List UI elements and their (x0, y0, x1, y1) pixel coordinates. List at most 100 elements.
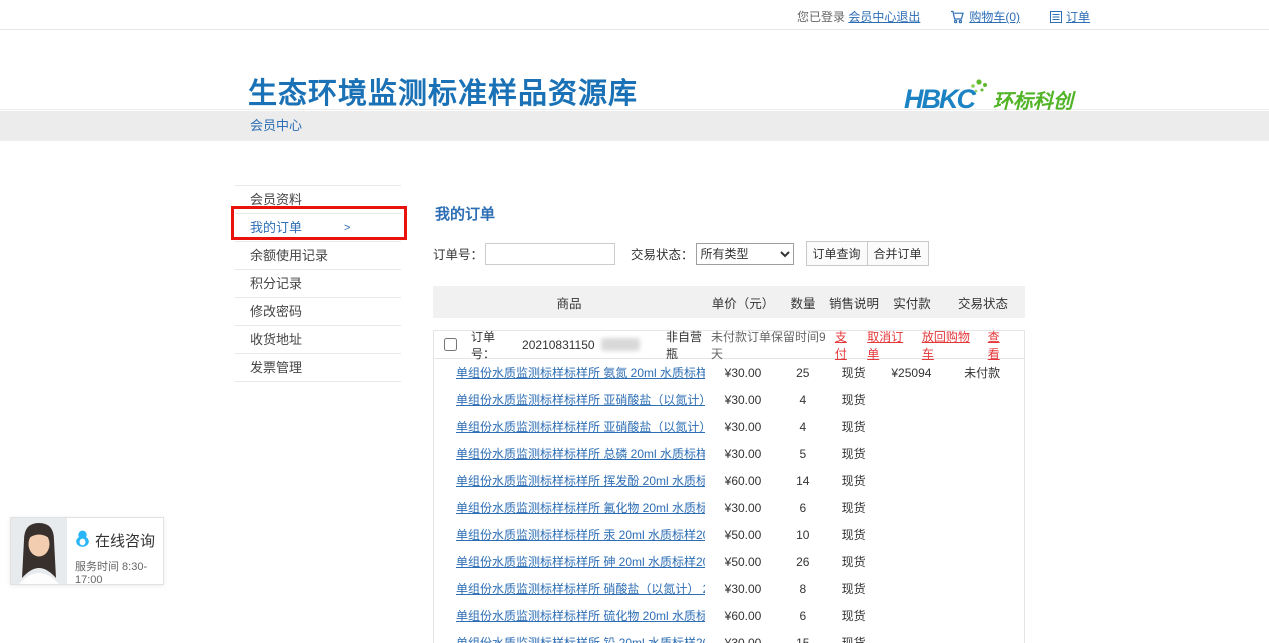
chat-title: 在线咨询 (95, 530, 155, 551)
brand-dots-icon (970, 78, 990, 101)
sidebar-item-balance-records[interactable]: 余额使用记录 (235, 242, 401, 270)
product-link[interactable]: 单组份水质监测标样标样所 砷 20ml 水质标样200455 (456, 555, 705, 569)
order-no-value: 20210831150 (522, 338, 595, 352)
unit-price: ¥60.00 (705, 609, 781, 623)
order-retention-note: 未付款订单保留时间9天 (711, 328, 829, 362)
sidebar-item-invoice-management[interactable]: 发票管理 (235, 354, 401, 382)
table-row: 单组份水质监测标样标样所 氨氮 20ml 水质标样2005153 ¥30.00 … (434, 359, 1024, 386)
header-quantity: 数量 (781, 293, 825, 312)
sidebar-item-points-records[interactable]: 积分记录 (235, 270, 401, 298)
chevron-right-icon: > (344, 214, 350, 242)
sales-note: 现货 (825, 364, 883, 381)
unit-price: ¥60.00 (705, 474, 781, 488)
order-list-icon (1050, 11, 1062, 23)
sales-note: 现货 (825, 553, 883, 570)
orders-link[interactable]: 订单 (1066, 8, 1090, 25)
unit-price: ¥50.00 (705, 555, 781, 569)
quantity: 10 (781, 528, 825, 542)
product-link[interactable]: 单组份水质监测标样标样所 亚硝酸盐（以氮计） 20ml 水质标样200643 (456, 393, 705, 407)
online-chat-widget[interactable]: 在线咨询 服务时间 8:30-17:00 (10, 517, 164, 585)
product-link[interactable]: 单组份水质监测标样标样所 氨氮 20ml 水质标样2005153 (456, 366, 705, 380)
orders-table-header: 商品 单价（元） 数量 销售说明 实付款 交易状态 (433, 286, 1025, 318)
quantity: 4 (781, 393, 825, 407)
orders-panel: 我的订单 订单号： 交易状态： 所有类型 订单查询 合并订单 商品 单价（元） … (433, 195, 1025, 643)
quantity: 6 (781, 609, 825, 623)
paid-amount: ¥25094 (883, 366, 941, 380)
header-trade-status: 交易状态 (941, 293, 1025, 312)
product-link[interactable]: 单组份水质监测标样标样所 亚硝酸盐（以氮计） 20ml 水质标样200644 (456, 420, 705, 434)
sales-note: 现货 (825, 634, 883, 643)
brand-name: 环标科创 (993, 91, 1073, 113)
product-link[interactable]: 单组份水质监测标样标样所 硝酸盐（以氮计） 20ml 水质标样200850 (456, 582, 705, 596)
order-tag: 非自营瓶 (666, 328, 711, 362)
table-row: 单组份水质监测标样标样所 亚硝酸盐（以氮计） 20ml 水质标样200644 ¥… (434, 413, 1024, 440)
unit-price: ¥50.00 (705, 528, 781, 542)
trade-status-label: 交易状态： (631, 244, 694, 263)
quantity: 5 (781, 447, 825, 461)
table-row: 单组份水质监测标样标样所 亚硝酸盐（以氮计） 20ml 水质标样200643 ¥… (434, 386, 1024, 413)
header-paid-amount: 实付款 (883, 293, 941, 312)
return-to-cart-link[interactable]: 放回购物车 (922, 328, 978, 362)
merge-orders-button[interactable]: 合并订单 (867, 241, 929, 266)
sales-note: 现货 (825, 607, 883, 624)
cart-icon (950, 10, 965, 24)
order-checkbox[interactable] (444, 338, 457, 351)
order-no-input[interactable] (485, 243, 615, 265)
redacted-order-digits (601, 338, 640, 351)
product-link[interactable]: 单组份水质监测标样标样所 硫化物 20ml 水质标样205544 (456, 609, 705, 623)
table-row: 单组份水质监测标样标样所 砷 20ml 水质标样200455 ¥50.00 26… (434, 548, 1024, 575)
unit-price: ¥30.00 (705, 366, 781, 380)
sales-note: 现货 (825, 445, 883, 462)
sidebar-item-change-password[interactable]: 修改密码 (235, 298, 401, 326)
quantity: 15 (781, 636, 825, 643)
order-summary-row: 订单号： 20210831150 非自营瓶 未付款订单保留时间9天 支付 取消订单… (434, 331, 1024, 359)
product-link[interactable]: 单组份水质监测标样标样所 氟化物 20ml 水质标样201757 (456, 501, 705, 515)
table-row: 单组份水质监测标样标样所 氟化物 20ml 水质标样201757 ¥30.00 … (434, 494, 1024, 521)
cancel-order-link[interactable]: 取消订单 (867, 328, 912, 362)
sidebar-item-my-orders[interactable]: 我的订单 > (235, 214, 401, 242)
agent-avatar (11, 518, 67, 584)
order-search-button[interactable]: 订单查询 (806, 241, 868, 266)
quantity: 4 (781, 420, 825, 434)
table-row: 单组份水质监测标样标样所 挥发酚 20ml 水质标样200364 ¥60.00 … (434, 467, 1024, 494)
unit-price: ¥30.00 (705, 501, 781, 515)
site-logo-text[interactable]: 生态环境监测标准样品资源库 (248, 70, 638, 112)
cart-link[interactable]: 购物车(0) (969, 8, 1020, 25)
table-row: 单组份水质监测标样标样所 汞 20ml 水质标样202051 ¥50.00 10… (434, 521, 1024, 548)
breadcrumb[interactable]: 会员中心 (250, 111, 302, 141)
header-unit-price: 单价（元） (705, 293, 781, 312)
table-row: 单组份水质监测标样标样所 硝酸盐（以氮计） 20ml 水质标样200850 ¥3… (434, 575, 1024, 602)
unit-price: ¥30.00 (705, 447, 781, 461)
table-row: 单组份水质监测标样标样所 总磷 20ml 水质标样203997 ¥30.00 5… (434, 440, 1024, 467)
member-center-logout-link[interactable]: 会员中心退出 (848, 8, 920, 25)
order-filter-row: 订单号： 交易状态： 所有类型 订单查询 合并订单 (433, 241, 1025, 266)
quantity: 6 (781, 501, 825, 515)
sales-note: 现货 (825, 499, 883, 516)
brand-abbr: HBKC (904, 86, 974, 113)
sidebar-item-shipping-address[interactable]: 收货地址 (235, 326, 401, 354)
sidebar-item-member-profile[interactable]: 会员资料 (235, 186, 401, 214)
table-row: 单组份水质监测标样标样所 铅 20ml 水质标样201240 ¥30.00 15… (434, 629, 1024, 643)
unit-price: ¥30.00 (705, 420, 781, 434)
quantity: 8 (781, 582, 825, 596)
header-sales-note: 销售说明 (825, 293, 883, 312)
product-link[interactable]: 单组份水质监测标样标样所 挥发酚 20ml 水质标样200364 (456, 474, 705, 488)
view-order-link[interactable]: 查看 (988, 328, 1010, 362)
product-link[interactable]: 单组份水质监测标样标样所 铅 20ml 水质标样201240 (456, 636, 705, 643)
pay-link[interactable]: 支付 (835, 328, 857, 362)
product-link[interactable]: 单组份水质监测标样标样所 汞 20ml 水质标样202051 (456, 528, 705, 542)
top-bar: 您已登录 会员中心退出 购物车(0) 订单 (0, 0, 1269, 30)
trade-status-select[interactable]: 所有类型 (696, 243, 794, 265)
product-link[interactable]: 单组份水质监测标样标样所 总磷 20ml 水质标样203997 (456, 447, 705, 461)
sales-note: 现货 (825, 526, 883, 543)
page-title: 我的订单 (435, 203, 1025, 224)
unit-price: ¥30.00 (705, 393, 781, 407)
order-block: 订单号： 20210831150 非自营瓶 未付款订单保留时间9天 支付 取消订单… (433, 330, 1025, 643)
sales-note: 现货 (825, 391, 883, 408)
unit-price: ¥30.00 (705, 582, 781, 596)
quantity: 25 (781, 366, 825, 380)
order-no-label: 订单号： (471, 328, 516, 362)
quantity: 14 (781, 474, 825, 488)
qq-icon (75, 530, 90, 551)
quantity: 26 (781, 555, 825, 569)
